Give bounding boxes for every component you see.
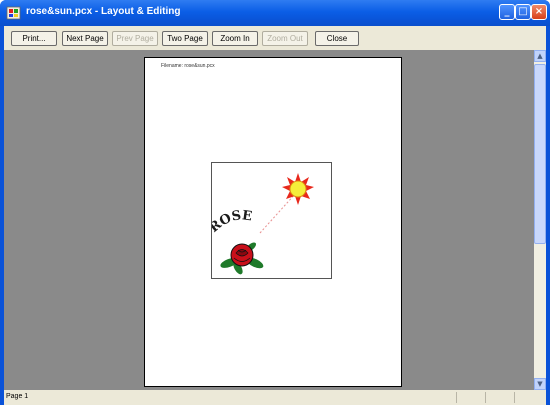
rose-word-text: ROSE: [212, 208, 253, 236]
two-page-button[interactable]: Two Page: [162, 31, 208, 46]
zoom-out-button[interactable]: Zoom Out: [262, 31, 308, 46]
status-pane: [485, 392, 513, 403]
preview-area: Filename: rose&sun.pcx ROSE: [4, 50, 534, 390]
scroll-thumb[interactable]: [534, 64, 546, 244]
app-window: rose&sun.pcx - Layout & Editing _ □ × Pr…: [0, 0, 550, 405]
scroll-down-button[interactable]: ▼: [534, 378, 546, 390]
preview-page: Filename: rose&sun.pcx ROSE: [144, 57, 402, 387]
prev-page-button[interactable]: Prev Page: [112, 31, 158, 46]
minimize-button[interactable]: _: [499, 4, 515, 20]
title-bar[interactable]: rose&sun.pcx - Layout & Editing _ □ ×: [0, 0, 550, 26]
rose-and-sun-image: ROSE: [212, 173, 314, 275]
print-preview-toolbar: Print... Next Page Prev Page Two Page Zo…: [4, 26, 546, 50]
window-title: rose&sun.pcx - Layout & Editing: [26, 6, 181, 17]
maximize-button[interactable]: □: [515, 4, 531, 20]
print-button[interactable]: Print...: [11, 31, 57, 46]
image-frame: ROSE: [211, 162, 332, 279]
close-preview-button[interactable]: Close: [315, 31, 359, 46]
page-header-text: Filename: rose&sun.pcx: [161, 63, 215, 69]
sun-icon: [282, 173, 314, 205]
rose-icon: [220, 242, 264, 275]
close-window-button[interactable]: ×: [531, 4, 547, 20]
scroll-up-button[interactable]: ▲: [534, 50, 546, 62]
status-page-label: Page 1: [6, 393, 29, 400]
vertical-scrollbar[interactable]: ▲ ▼: [534, 50, 546, 390]
status-pane: [456, 392, 484, 403]
status-pane: [514, 392, 542, 403]
paint-app-icon: [6, 6, 21, 20]
next-page-button[interactable]: Next Page: [62, 31, 108, 46]
status-bar: Page 1: [4, 390, 546, 405]
zoom-in-button[interactable]: Zoom In: [212, 31, 258, 46]
